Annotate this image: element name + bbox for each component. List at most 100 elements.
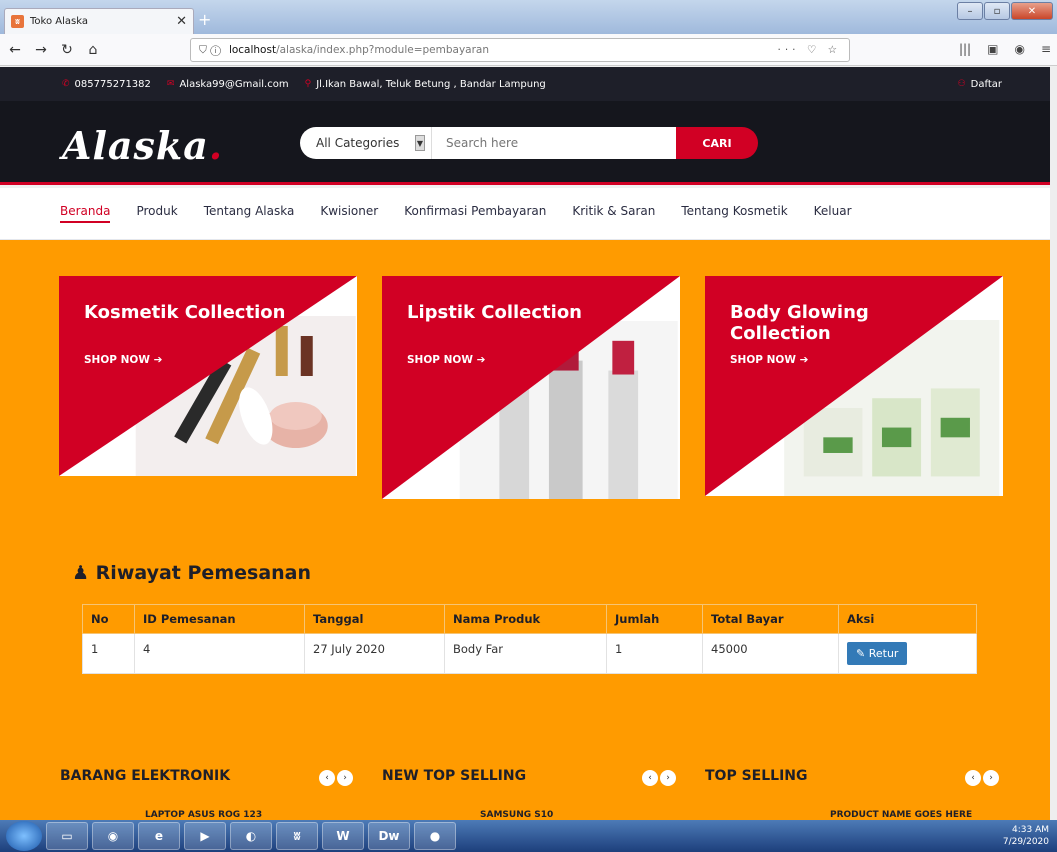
email-info[interactable]: ✉ Alaska99@Gmail.com	[167, 79, 289, 90]
phone-icon: ✆	[62, 79, 70, 89]
app-icon[interactable]: ◐	[230, 822, 272, 850]
windows-taskbar: ▭ ◉ e ▶ ◐ ʬ W Dw ● 4:33 AM 7/29/2020	[0, 820, 1057, 852]
product-name[interactable]: SAMSUNG S10	[480, 810, 553, 820]
site-top-header: ✆ 085775271382 ✉ Alaska99@Gmail.com ⚲ Jl.Ik…	[0, 67, 1050, 101]
nav-kwisioner[interactable]: Kwisioner	[320, 204, 378, 223]
new-tab-icon[interactable]: +	[198, 10, 211, 29]
close-window-icon[interactable]: ✕	[1011, 2, 1053, 20]
maximize-icon[interactable]: ▫	[984, 2, 1010, 20]
table-header-row: No ID Pemesanan Tanggal Nama Produk Juml…	[82, 604, 977, 634]
collection-card-lipstik[interactable]: Lipstik Collection SHOP NOW ➔	[382, 276, 680, 499]
carousel-arrows: ‹ ›	[642, 770, 676, 786]
collection-card-kosmetik[interactable]: Kosmetik Collection SHOP NOW ➔	[59, 276, 357, 476]
account-icon[interactable]: ◉	[1014, 42, 1024, 56]
user-icon: ♟	[72, 562, 90, 584]
cell-tanggal: 27 July 2020	[304, 633, 445, 674]
ie-icon[interactable]: e	[138, 822, 180, 850]
phone-info[interactable]: ✆ 085775271382	[62, 79, 151, 90]
map-marker-icon: ⚲	[304, 79, 312, 89]
xampp-icon[interactable]: ʬ	[276, 822, 318, 850]
site-logo[interactable]: Alaska.	[62, 123, 223, 168]
reload-icon[interactable]: ↻	[56, 42, 78, 58]
nav-tentang-kosmetik[interactable]: Tentang Kosmetik	[681, 204, 787, 223]
user-icon: ⚇	[957, 79, 966, 89]
toolbar-icons: ||| ▣ ◉ ≡	[959, 42, 1051, 56]
site-navigation: Beranda Produk Tentang Alaska Kwisioner …	[0, 188, 1050, 240]
url-host: localhost	[228, 44, 277, 56]
chevron-left-icon[interactable]: ‹	[642, 770, 658, 786]
browser-nav-bar: ← → ↻ ⌂ ⛉ ⓘ localhost /alaska/index.php?…	[0, 34, 1057, 66]
cell-total: 45000	[702, 633, 839, 674]
xampp-favicon-icon: ʬ	[11, 15, 24, 28]
nav-keluar[interactable]: Keluar	[814, 204, 852, 223]
product-name[interactable]: LAPTOP ASUS ROG 123	[145, 810, 262, 820]
collection-title: Body Glowing Collection	[730, 302, 869, 344]
address-bar[interactable]: ⛉ ⓘ localhost /alaska/index.php?module=p…	[190, 38, 850, 62]
close-tab-icon[interactable]: ✕	[176, 14, 187, 29]
chevron-right-icon[interactable]: ›	[660, 770, 676, 786]
browser-tab[interactable]: ʬ Toko Alaska ✕	[4, 8, 194, 34]
media-player-icon[interactable]: ▶	[184, 822, 226, 850]
table-row: 1 4 27 July 2020 Body Far 1 45000 ✎ Retu…	[82, 633, 977, 674]
page-scrollbar[interactable]	[1050, 67, 1057, 820]
collection-title: Kosmetik Collection	[84, 302, 286, 323]
nav-beranda[interactable]: Beranda	[60, 204, 111, 223]
search-form: All Categories▼ CARI	[300, 127, 758, 159]
edit-icon: ✎	[856, 647, 866, 660]
carousel-arrows: ‹ ›	[319, 770, 353, 786]
chevron-right-icon[interactable]: ›	[983, 770, 999, 786]
riwayat-table: No ID Pemesanan Tanggal Nama Produk Juml…	[82, 604, 977, 674]
system-tray[interactable]: 4:33 AM 7/29/2020	[1003, 824, 1049, 848]
envelope-icon: ✉	[166, 79, 175, 89]
chevron-left-icon[interactable]: ‹	[319, 770, 335, 786]
menu-icon[interactable]: ≡	[1041, 42, 1051, 56]
column-header: ID Pemesanan	[134, 604, 305, 634]
explorer-icon[interactable]: ▭	[46, 822, 88, 850]
home-icon[interactable]: ⌂	[82, 42, 104, 58]
library-icon[interactable]: |||	[959, 42, 971, 56]
section-title-new-top-selling: NEW TOP SELLING	[382, 768, 527, 784]
collection-card-body-glowing[interactable]: Body Glowing Collection SHOP NOW ➔	[705, 276, 1003, 496]
firefox-icon[interactable]: ●	[414, 822, 456, 850]
start-button[interactable]	[6, 821, 42, 851]
shop-now-link[interactable]: SHOP NOW ➔	[84, 354, 162, 366]
address-info[interactable]: ⚲ Jl.Ikan Bawal, Teluk Betung , Bandar La…	[305, 79, 546, 90]
chevron-left-icon[interactable]: ‹	[965, 770, 981, 786]
chevron-down-icon: ▼	[415, 135, 425, 151]
chevron-right-icon[interactable]: ›	[337, 770, 353, 786]
category-select[interactable]: All Categories ▼	[300, 127, 432, 159]
word-icon[interactable]: W	[322, 822, 364, 850]
page-actions-icon[interactable]: ··· ♡ ☆	[777, 44, 841, 56]
site-main-header: Alaska. All Categories▼ CARI	[0, 101, 1050, 185]
collection-title: Lipstik Collection	[407, 302, 582, 323]
riwayat-heading: ♟ Riwayat Pemesanan	[72, 562, 312, 584]
minimize-icon[interactable]: –	[957, 2, 983, 20]
section-title-elektronik: BARANG ELEKTRONIK	[60, 768, 231, 784]
column-header: Tanggal	[304, 604, 445, 634]
cell-jumlah: 1	[606, 633, 703, 674]
cell-aksi: ✎ Retur	[838, 633, 977, 674]
section-title-top-selling: TOP SELLING	[705, 768, 808, 784]
shop-now-link[interactable]: SHOP NOW ➔	[407, 354, 485, 366]
column-header: Nama Produk	[444, 604, 607, 634]
nav-konfirmasi-pembayaran[interactable]: Konfirmasi Pembayaran	[404, 204, 546, 223]
daftar-link[interactable]: ⚇ Daftar	[958, 79, 1002, 90]
nav-kritik-saran[interactable]: Kritik & Saran	[572, 204, 655, 223]
shop-now-link[interactable]: SHOP NOW ➔	[730, 354, 808, 366]
clock-time: 4:33 AM	[1012, 825, 1049, 835]
nav-produk[interactable]: Produk	[136, 204, 177, 223]
chrome-icon[interactable]: ◉	[92, 822, 134, 850]
nav-tentang-alaska[interactable]: Tentang Alaska	[204, 204, 295, 223]
main-content: Kosmetik Collection SHOP NOW ➔ Lipstik C…	[0, 240, 1050, 820]
cell-produk: Body Far	[444, 633, 607, 674]
back-icon[interactable]: ←	[4, 42, 26, 58]
search-button[interactable]: CARI	[676, 127, 758, 159]
retur-button[interactable]: ✎ Retur	[847, 642, 908, 665]
product-name[interactable]: PRODUCT NAME GOES HERE	[830, 810, 972, 820]
cell-no: 1	[82, 633, 135, 674]
forward-icon[interactable]: →	[30, 42, 52, 58]
dreamweaver-icon[interactable]: Dw	[368, 822, 410, 850]
sidebar-icon[interactable]: ▣	[987, 42, 998, 56]
search-input[interactable]	[432, 127, 676, 159]
clock-date: 7/29/2020	[1002, 837, 1049, 847]
